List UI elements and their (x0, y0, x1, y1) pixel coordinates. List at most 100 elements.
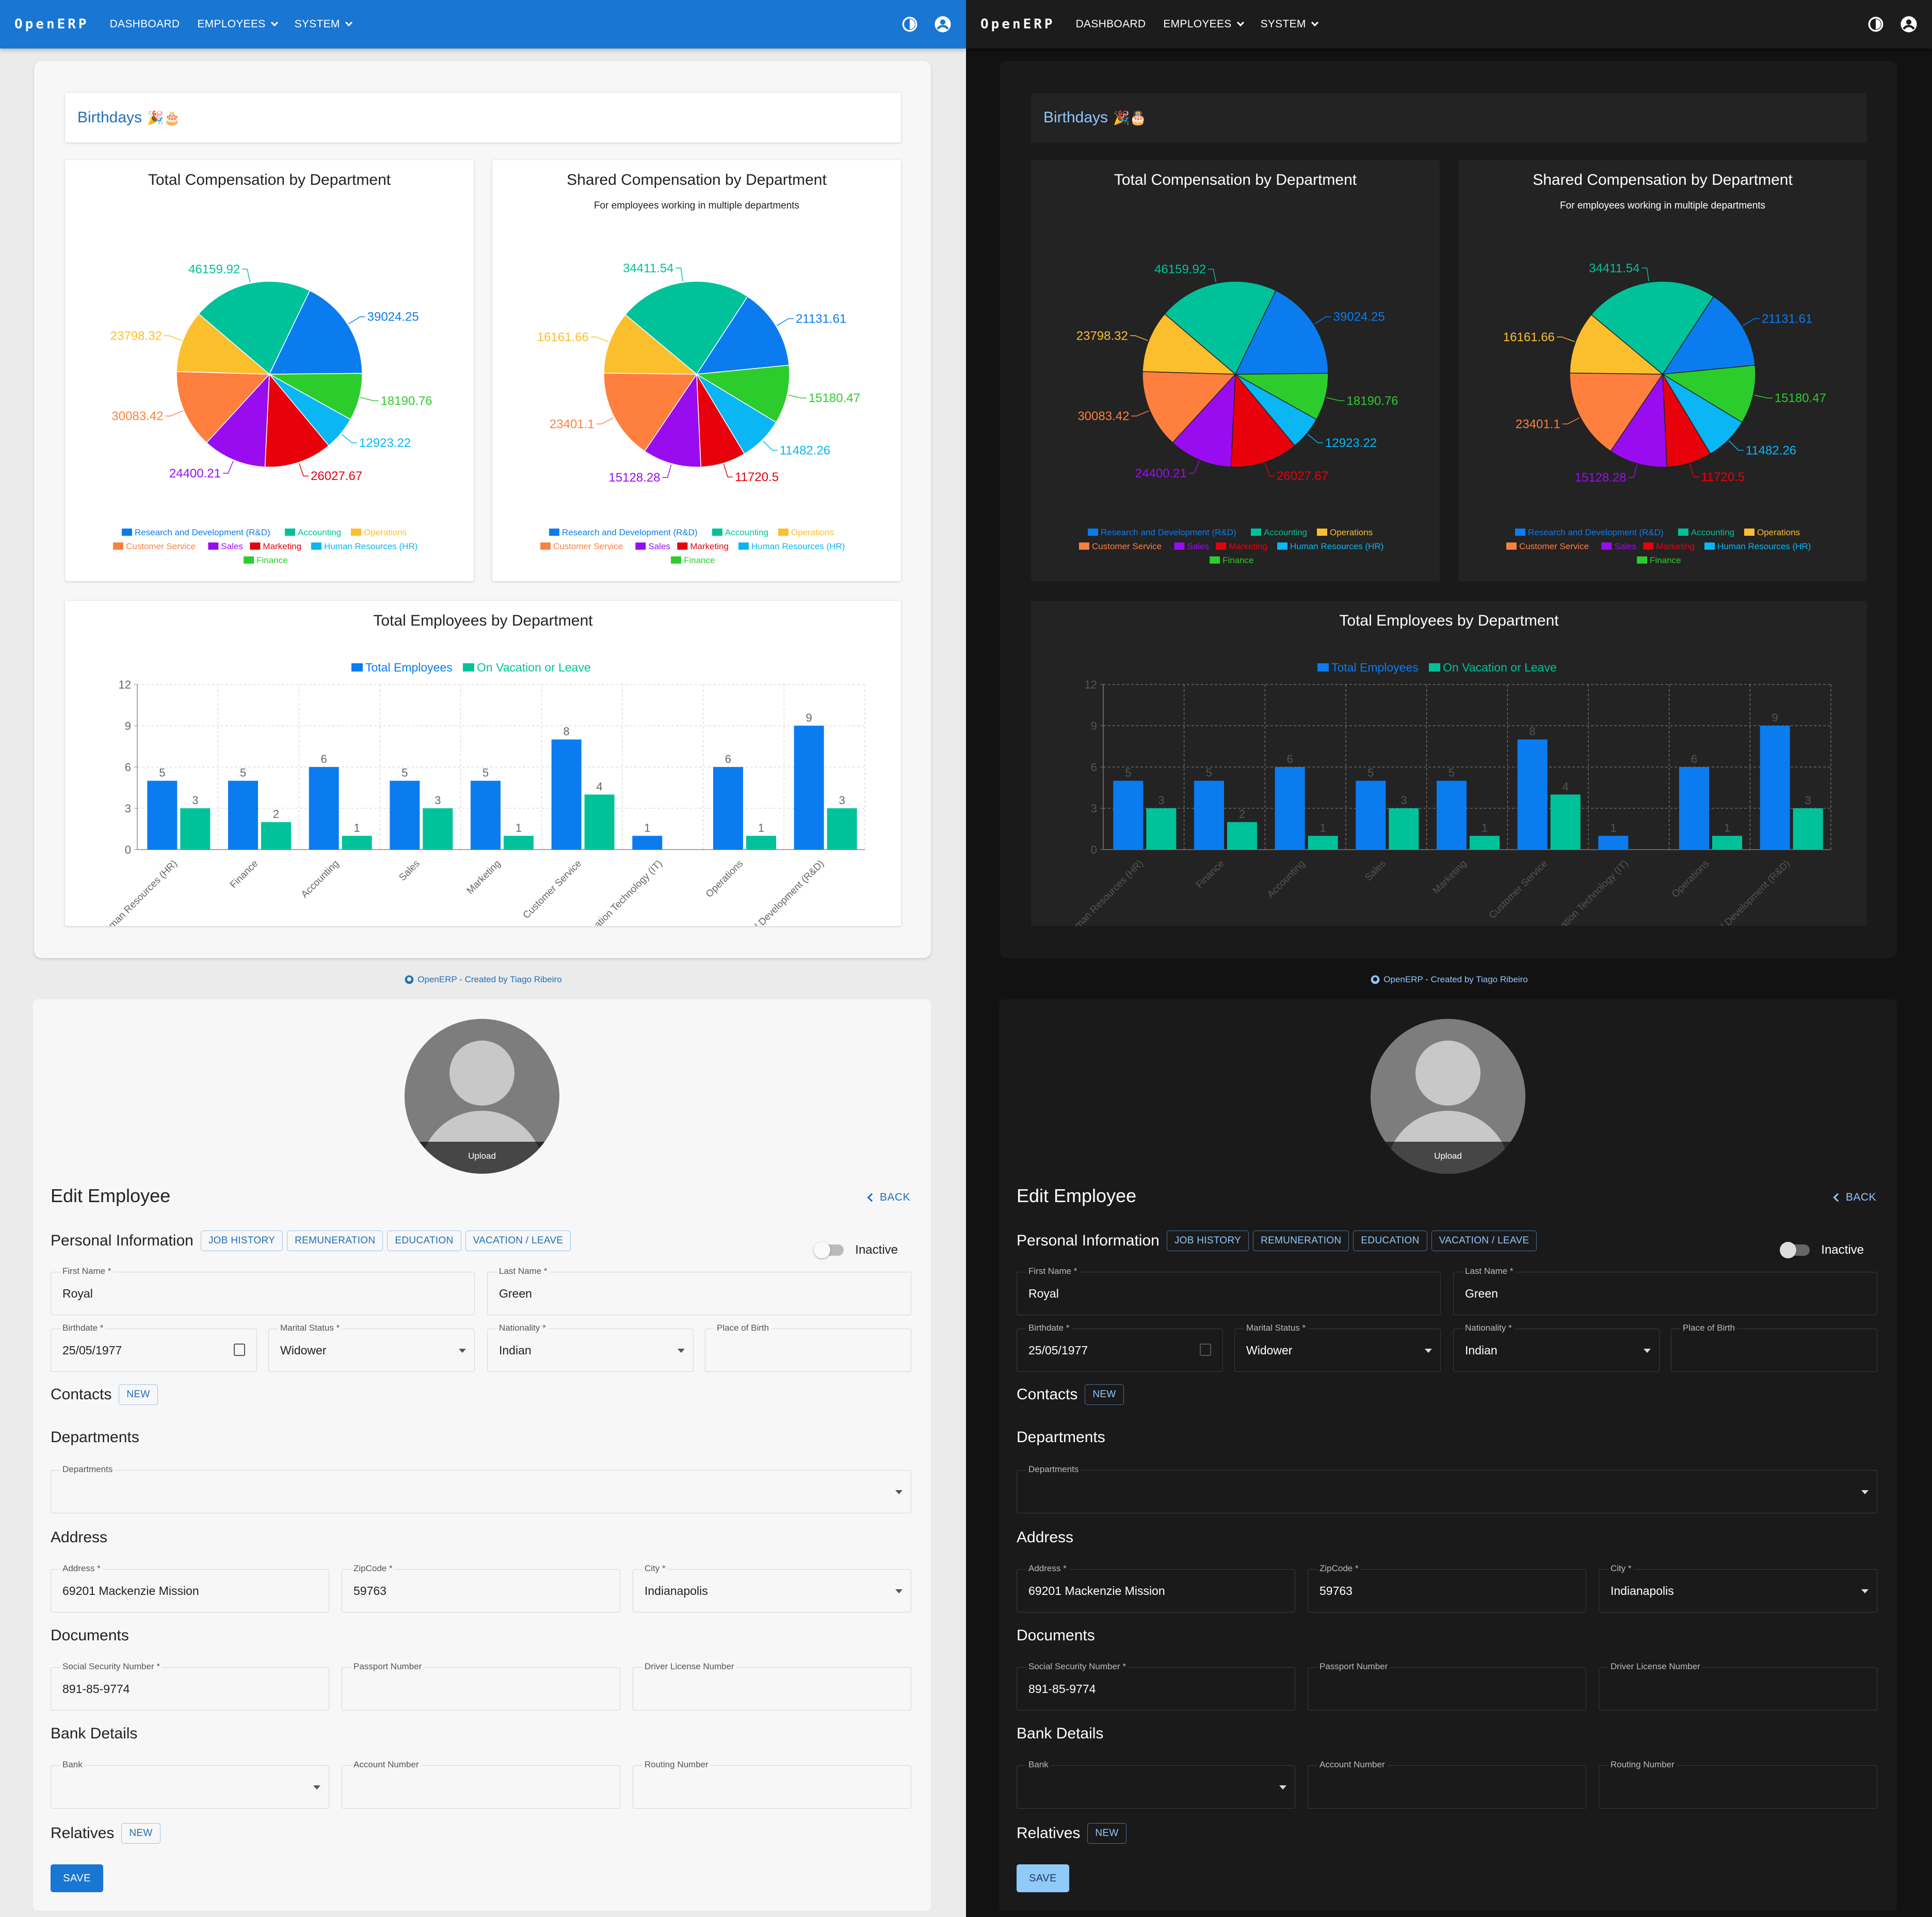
tab-vacation-leave[interactable]: VACATION / LEAVE (1431, 1231, 1537, 1251)
bank-select[interactable]: Bank (1017, 1760, 1295, 1809)
bar[interactable] (342, 836, 372, 850)
bar[interactable] (1470, 836, 1500, 850)
toggle-switch[interactable] (814, 1242, 844, 1258)
zipcode-field[interactable]: ZipCode * 59763 (1308, 1563, 1586, 1612)
legend-label[interactable]: Accounting (1264, 528, 1307, 537)
legend-swatch[interactable] (1506, 542, 1517, 550)
legend-swatch[interactable] (1637, 556, 1648, 564)
back-button[interactable]: BACK (867, 1191, 910, 1204)
legend-swatch[interactable] (1210, 556, 1220, 564)
legend-swatch[interactable] (738, 542, 749, 550)
bar[interactable] (1550, 794, 1581, 850)
back-button[interactable]: BACK (1833, 1191, 1876, 1204)
legend-label[interactable]: Sales (1187, 541, 1209, 551)
bar[interactable] (1194, 780, 1224, 850)
city-select[interactable]: City * Indianapolis (1599, 1563, 1877, 1612)
legend-label[interactable]: Customer Service (1519, 541, 1589, 551)
city-select[interactable]: City * Indianapolis (633, 1563, 911, 1612)
bar[interactable] (1275, 767, 1305, 850)
legend-swatch[interactable] (351, 529, 361, 536)
birthdays-card[interactable]: Birthdays 🎉🎂 (1031, 93, 1867, 142)
legend-label[interactable]: Customer Service (553, 541, 623, 551)
passport-field[interactable]: Passport Number (342, 1662, 620, 1711)
first-name-field[interactable]: First Name * Royal (1017, 1266, 1441, 1315)
bar[interactable] (504, 836, 534, 850)
marital-status-select[interactable]: Marital Status * Widower (1234, 1323, 1441, 1372)
new-relative-button[interactable]: NEW (121, 1823, 160, 1844)
legend-swatch[interactable] (1079, 542, 1089, 550)
legend-swatch[interactable] (1277, 542, 1287, 550)
legend-swatch[interactable] (351, 663, 363, 672)
legend-label[interactable]: Marketing (1229, 541, 1267, 551)
legend-label[interactable]: Marketing (263, 541, 301, 551)
legend-swatch[interactable] (1174, 542, 1185, 550)
new-contact-button[interactable]: NEW (1085, 1384, 1124, 1405)
zipcode-field[interactable]: ZipCode * 59763 (342, 1563, 620, 1612)
nav-employees[interactable]: EMPLOYEES (1163, 18, 1244, 30)
legend-swatch[interactable] (1317, 663, 1329, 672)
legend-swatch[interactable] (1216, 542, 1227, 550)
legend-label[interactable]: Research and Development (R&D) (1101, 528, 1236, 537)
bar[interactable] (1679, 767, 1709, 850)
driver-license-field[interactable]: Driver License Number (633, 1662, 911, 1711)
legend-label[interactable]: On Vacation or Leave (1443, 661, 1557, 674)
legend-label[interactable]: Marketing (690, 541, 729, 551)
legend-swatch[interactable] (1601, 542, 1612, 550)
legend-swatch[interactable] (208, 542, 219, 550)
legend-swatch[interactable] (1515, 529, 1525, 536)
legend-swatch[interactable] (244, 556, 254, 564)
bar[interactable] (180, 808, 211, 850)
legend-swatch[interactable] (1678, 529, 1688, 536)
bar[interactable] (1437, 780, 1467, 850)
footer-link[interactable]: OpenERP - Created by Tiago Ribeiro (0, 975, 966, 985)
bar[interactable] (471, 780, 501, 850)
calendar-icon[interactable] (234, 1344, 245, 1356)
save-button[interactable]: SAVE (51, 1864, 103, 1892)
last-name-field[interactable]: Last Name * Green (487, 1266, 911, 1315)
avatar[interactable]: Upload (405, 1019, 559, 1174)
departments-select[interactable]: Departments (1017, 1464, 1877, 1513)
bar[interactable] (1356, 780, 1386, 850)
toggle-switch[interactable] (1780, 1242, 1810, 1258)
address-field[interactable]: Address * 69201 Mackenzie Mission (1017, 1563, 1295, 1612)
bar[interactable] (1389, 808, 1419, 850)
legend-label[interactable]: Customer Service (1092, 541, 1162, 551)
bar[interactable] (794, 726, 824, 850)
legend-label[interactable]: Operations (1757, 528, 1800, 537)
inactive-toggle[interactable]: Inactive (814, 1242, 898, 1258)
routing-number-field[interactable]: Routing Number (1599, 1760, 1877, 1809)
legend-label[interactable]: Research and Development (R&D) (562, 528, 698, 537)
legend-label[interactable]: Human Resources (HR) (324, 541, 417, 551)
legend-swatch[interactable] (1251, 529, 1261, 536)
theme-toggle-icon[interactable] (901, 15, 919, 33)
nationality-select[interactable]: Nationality * Indian (1453, 1323, 1660, 1372)
marital-status-select[interactable]: Marital Status * Widower (268, 1323, 475, 1372)
tab-vacation-leave[interactable]: VACATION / LEAVE (465, 1231, 571, 1251)
bank-select[interactable]: Bank (51, 1760, 329, 1809)
nav-dashboard[interactable]: DASHBOARD (110, 18, 180, 30)
tab-remuneration[interactable]: REMUNERATION (1253, 1231, 1349, 1251)
departments-select[interactable]: Departments (51, 1464, 911, 1513)
tab-job-history[interactable]: JOB HISTORY (200, 1231, 283, 1251)
theme-toggle-icon[interactable] (1867, 15, 1885, 33)
first-name-field[interactable]: First Name * Royal (51, 1266, 475, 1315)
legend-label[interactable]: Sales (648, 541, 670, 551)
bar[interactable] (1598, 836, 1629, 850)
calendar-icon[interactable] (1200, 1344, 1211, 1356)
account-number-field[interactable]: Account Number (1308, 1760, 1586, 1809)
footer-link[interactable]: OpenERP - Created by Tiago Ribeiro (966, 975, 1932, 985)
legend-label[interactable]: Sales (1614, 541, 1636, 551)
legend-swatch[interactable] (1429, 663, 1440, 672)
bar[interactable] (551, 739, 582, 850)
legend-label[interactable]: Finance (256, 555, 287, 565)
bar[interactable] (632, 836, 663, 850)
legend-label[interactable]: Human Resources (HR) (1717, 541, 1811, 551)
brand-logo[interactable]: OpenERP (980, 17, 1055, 32)
new-contact-button[interactable]: NEW (119, 1384, 158, 1405)
bar[interactable] (1517, 739, 1548, 850)
legend-swatch[interactable] (463, 663, 474, 672)
routing-number-field[interactable]: Routing Number (633, 1760, 911, 1809)
bar[interactable] (1113, 780, 1144, 850)
account-icon[interactable] (1900, 15, 1918, 33)
legend-label[interactable]: Research and Development (R&D) (135, 528, 270, 537)
